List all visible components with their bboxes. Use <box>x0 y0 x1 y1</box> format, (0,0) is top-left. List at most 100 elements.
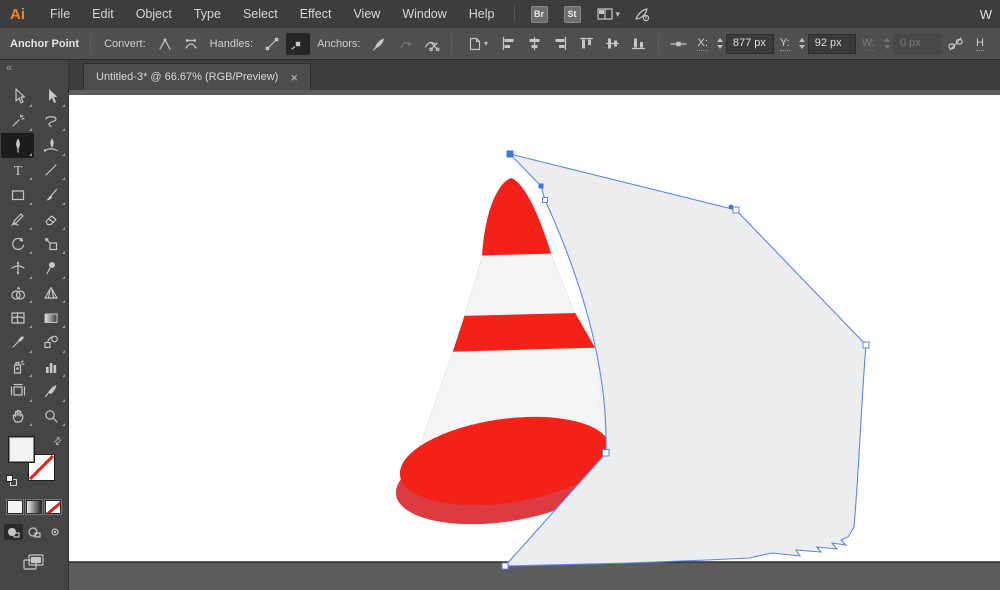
type-tool[interactable]: T <box>1 158 34 183</box>
gpu-performance-icon[interactable] <box>634 7 650 22</box>
isolate-object-button[interactable]: ▾ <box>460 33 494 55</box>
anchor-selected-top[interactable] <box>506 150 514 158</box>
rectangle-tool[interactable] <box>1 182 34 207</box>
document-tab[interactable]: Untitled-3* @ 66.67% (RGB/Preview) × <box>83 63 311 90</box>
align-horizontal-center-button[interactable] <box>522 33 546 55</box>
toolbar-collapse-button[interactable]: « <box>0 60 68 76</box>
width-tool[interactable] <box>1 256 34 281</box>
screen-mode-button[interactable] <box>0 554 68 571</box>
anchor-hollow-5[interactable] <box>501 562 509 570</box>
menu-object[interactable]: Object <box>125 0 183 28</box>
y-stepper[interactable] <box>798 38 805 49</box>
constrain-proportions-broken-link-icon[interactable] <box>947 36 964 52</box>
close-icon[interactable]: × <box>290 71 298 84</box>
default-fill-stroke-icon[interactable] <box>6 475 17 487</box>
draw-inside-button[interactable] <box>46 524 65 540</box>
slice-knife-icon <box>44 385 56 398</box>
draw-normal-button[interactable] <box>3 524 23 541</box>
zoom-tool[interactable] <box>34 404 67 429</box>
menu-window[interactable]: Window <box>391 0 457 28</box>
pen-tool[interactable] <box>1 133 34 158</box>
draw-behind-button[interactable] <box>25 524 44 540</box>
divider <box>90 33 92 54</box>
perspective-grid-tool[interactable] <box>34 281 67 306</box>
align-vertical-bottom-button[interactable] <box>626 33 650 55</box>
bridge-icon[interactable]: Br <box>530 5 548 23</box>
x-input[interactable]: 877 px <box>725 33 774 54</box>
paintbrush-tool[interactable] <box>34 182 67 207</box>
y-label[interactable]: Y: <box>779 37 790 51</box>
anchor-hollow-2[interactable] <box>732 206 740 214</box>
gradient-tool[interactable] <box>34 305 67 330</box>
cut-path-button[interactable] <box>419 33 443 55</box>
column-graph-tool[interactable] <box>34 355 67 380</box>
rotate-icon <box>11 237 24 250</box>
symbol-sprayer-tool[interactable] <box>1 355 34 380</box>
selection-arrow-icon <box>14 88 25 104</box>
draw-inside-icon <box>51 528 59 536</box>
pen-nib-icon <box>373 38 385 51</box>
stock-icon[interactable]: St <box>563 5 581 23</box>
y-input[interactable]: 92 px <box>807 33 856 54</box>
eraser-tool[interactable] <box>34 207 67 232</box>
fill-swatch[interactable] <box>8 436 35 464</box>
pen-icon <box>15 138 20 154</box>
scale-tool[interactable] <box>34 232 67 257</box>
document-tab-title: Untitled-3* @ 66.67% (RGB/Preview) <box>96 71 279 83</box>
menu-help[interactable]: Help <box>458 0 506 28</box>
show-handles-button[interactable] <box>260 33 284 55</box>
lasso-tool[interactable] <box>34 109 67 134</box>
magic-wand-icon <box>11 114 25 127</box>
menu-effect[interactable]: Effect <box>289 0 343 28</box>
convert-to-corner-button[interactable] <box>153 33 177 55</box>
menu-separator <box>513 6 515 22</box>
screen-mode-icon <box>23 554 44 570</box>
menu-edit[interactable]: Edit <box>81 0 125 28</box>
shape-builder-tool[interactable] <box>1 281 34 306</box>
anchor-hollow-1[interactable] <box>542 197 548 203</box>
curvature-tool[interactable] <box>34 133 67 158</box>
hide-handles-button[interactable] <box>286 32 311 55</box>
rotate-tool[interactable] <box>1 232 34 257</box>
draw-normal-icon <box>8 528 20 538</box>
menu-file[interactable]: File <box>39 0 81 28</box>
canvas-area[interactable] <box>69 90 1000 590</box>
align-horizontal-right-button[interactable] <box>548 33 572 55</box>
selection-tool[interactable] <box>1 84 34 109</box>
gradient-button[interactable] <box>26 500 42 515</box>
x-stepper[interactable] <box>716 38 723 49</box>
eyedropper-tool[interactable] <box>1 330 34 355</box>
paintbrush-icon <box>46 188 57 201</box>
color-button[interactable] <box>7 500 23 515</box>
anchor-hollow-3[interactable] <box>862 341 870 349</box>
slice-tool[interactable] <box>34 379 67 404</box>
mesh-tool[interactable] <box>1 305 34 330</box>
workspace-switcher[interactable]: ▾ <box>596 7 620 21</box>
align-vertical-top-button[interactable] <box>574 33 598 55</box>
menu-view[interactable]: View <box>342 0 391 28</box>
align-vertical-middle-button[interactable] <box>600 33 624 55</box>
menu-select[interactable]: Select <box>232 0 289 28</box>
divider <box>451 33 453 54</box>
menu-type[interactable]: Type <box>183 0 232 28</box>
anchor-hollow-4[interactable] <box>602 449 610 457</box>
blend-tool[interactable] <box>34 330 67 355</box>
hand-tool[interactable] <box>1 404 34 429</box>
align-horizontal-left-button[interactable] <box>496 33 520 55</box>
direct-selection-tool[interactable] <box>34 84 67 109</box>
corner-point-icon <box>159 38 171 50</box>
puppet-warp-tool[interactable] <box>34 256 67 281</box>
line-segment-tool[interactable] <box>34 158 67 183</box>
none-button[interactable] <box>45 500 61 515</box>
x-label[interactable]: X: <box>697 37 708 51</box>
remove-anchor-button[interactable] <box>367 33 391 55</box>
swap-fill-stroke-icon[interactable]: ⇄ <box>51 435 65 449</box>
magic-wand-tool[interactable] <box>1 109 34 134</box>
convert-to-smooth-button[interactable] <box>179 33 203 55</box>
artboard-tool[interactable] <box>1 379 34 404</box>
anchor-selected-2[interactable] <box>538 183 544 189</box>
context-label: Anchor Point <box>10 37 80 50</box>
chevron-down-icon: ▾ <box>483 39 488 48</box>
shaper-tool[interactable] <box>1 207 34 232</box>
smooth-point-icon <box>185 38 197 49</box>
